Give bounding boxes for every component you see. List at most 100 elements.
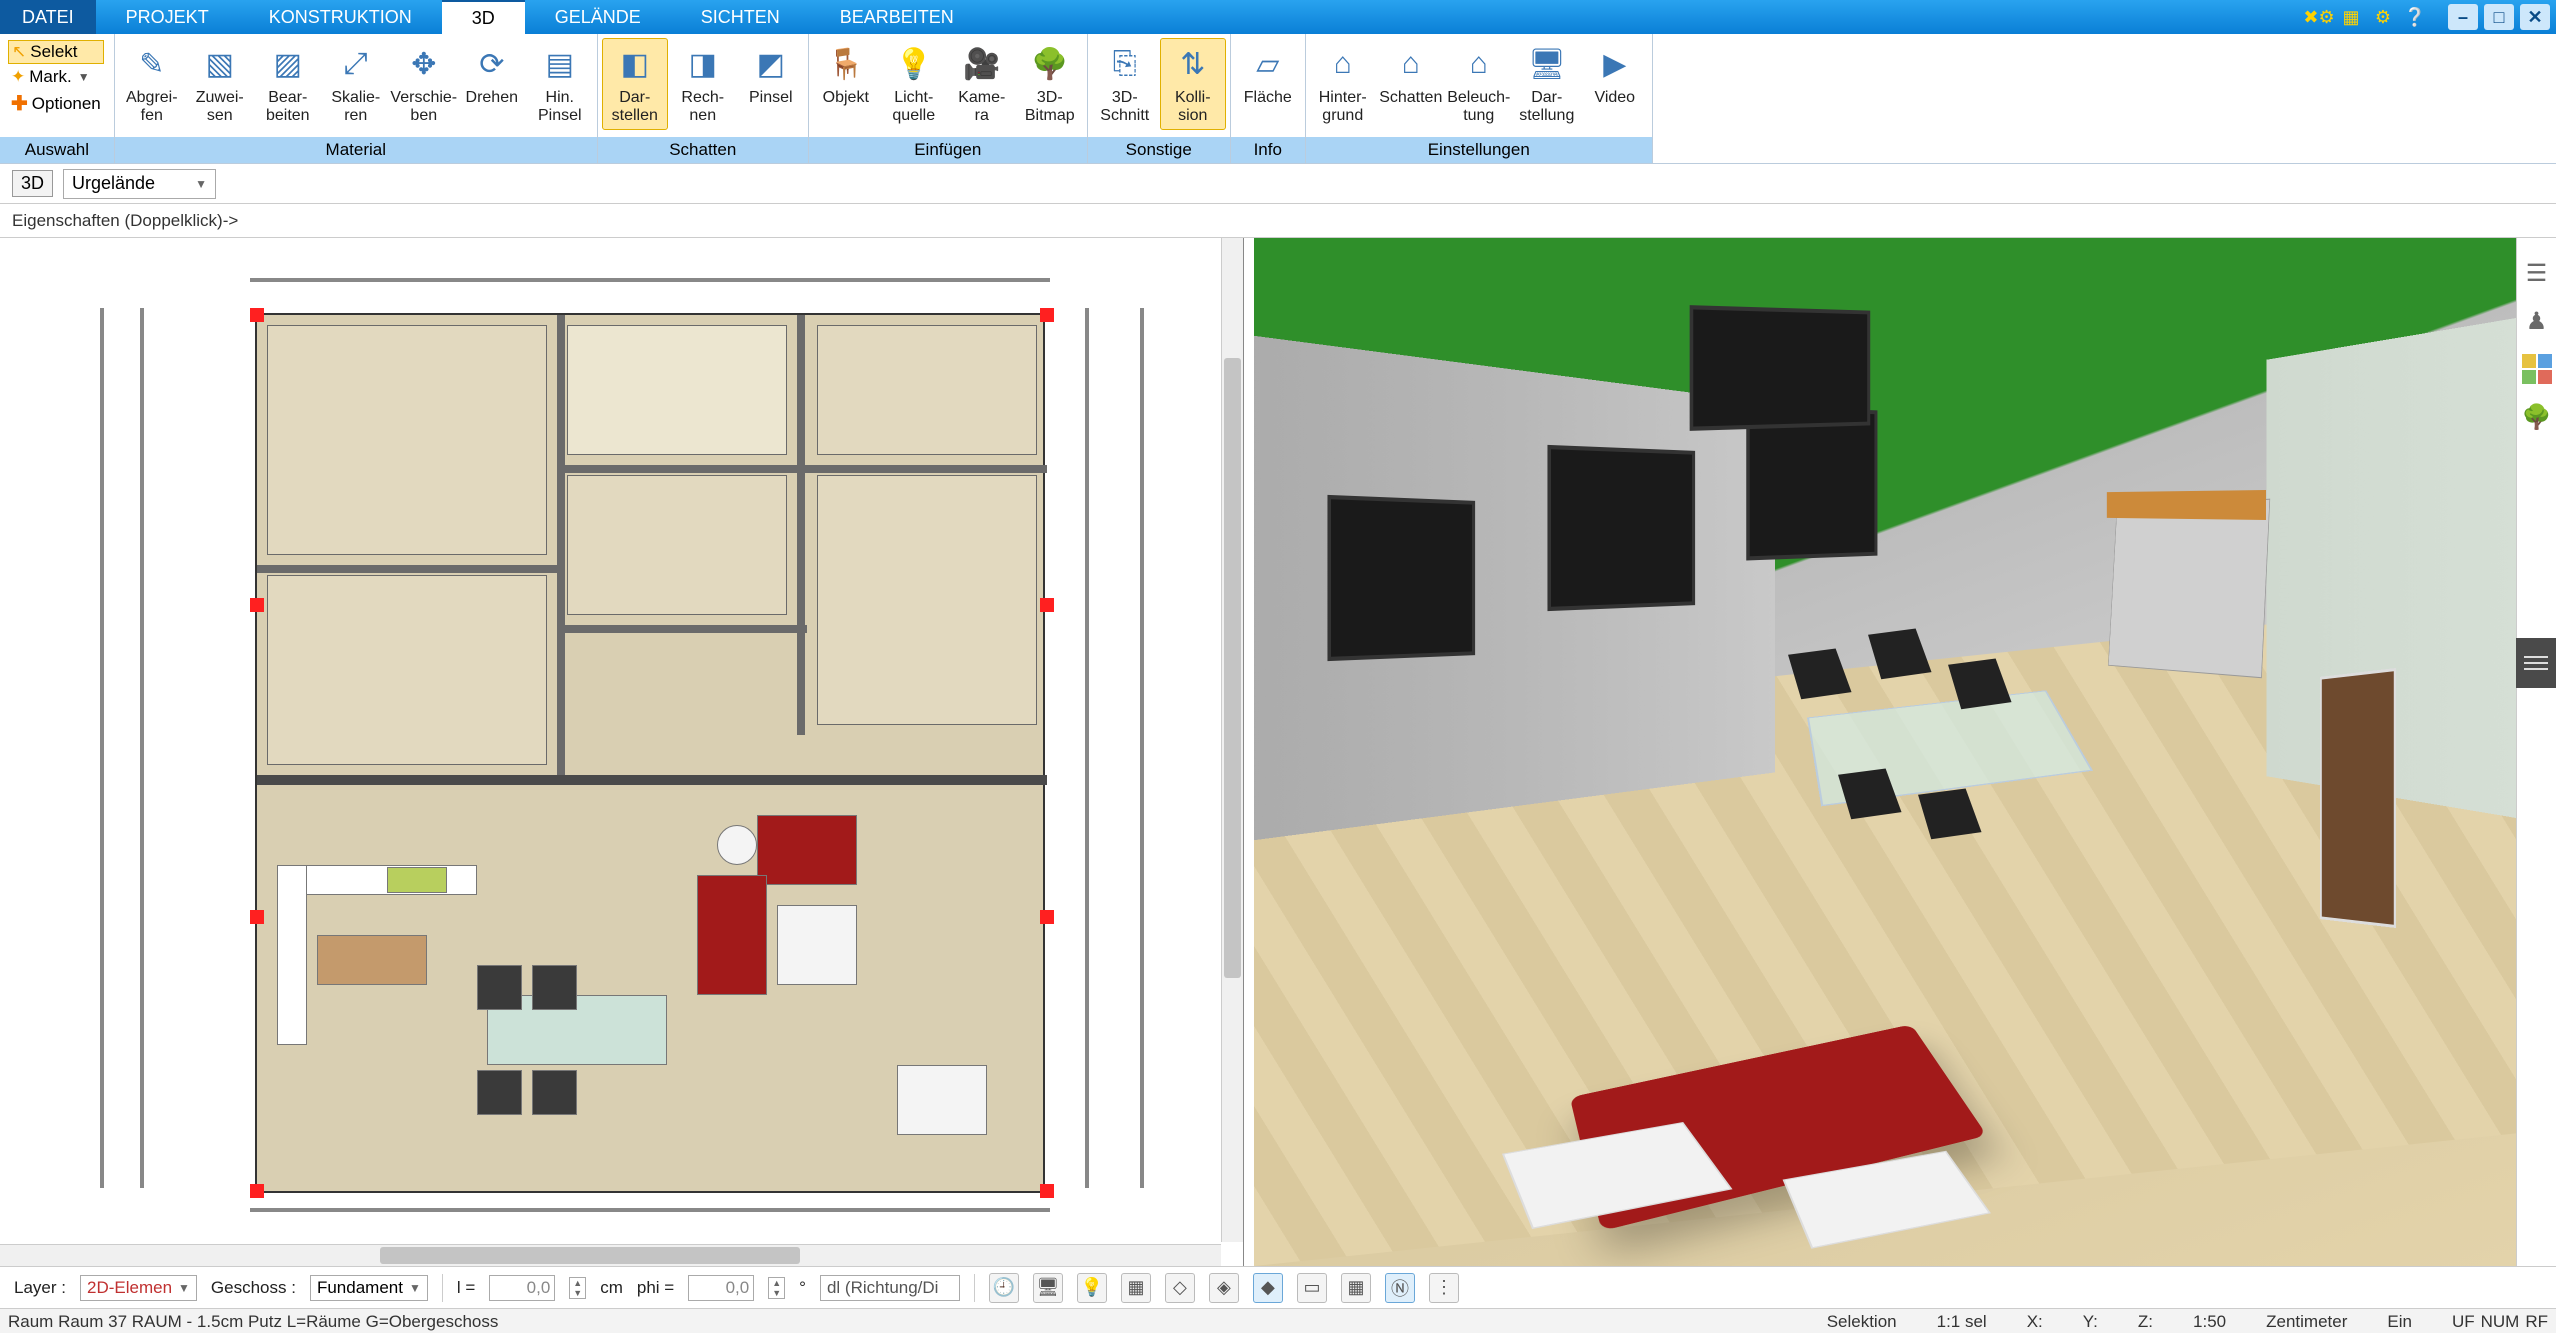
einfuegen-lichtquelle-button[interactable]: 💡Licht- quelle <box>881 38 947 130</box>
maximize-button[interactable]: □ <box>2484 4 2514 30</box>
tab-gelaende[interactable]: GELÄNDE <box>525 0 671 34</box>
color-palette-icon[interactable] <box>2522 354 2552 384</box>
title-bar-icons: ✖⚙ ▦ ⚙ ❔ – □ ✕ <box>2306 0 2550 34</box>
einfuegen-objekt-button[interactable]: 🪑Objekt <box>813 38 879 112</box>
material-verschieben-button[interactable]: ✥Verschie- ben <box>391 38 457 130</box>
tab-bearbeiten[interactable]: BEARBEITEN <box>810 0 984 34</box>
deg-label: ° <box>799 1278 806 1298</box>
layer-a-icon[interactable]: ◇ <box>1165 1273 1195 1303</box>
window-presets-icon[interactable]: ▦ <box>2338 4 2364 30</box>
sub-toolbar: 3D Urgelände▼ <box>0 164 2556 204</box>
background-icon: ⌂ <box>1322 43 1364 85</box>
status-uf: UF <box>2452 1312 2475 1332</box>
length-input[interactable]: 0,0 <box>489 1275 555 1301</box>
einst-hintergrund-button[interactable]: ⌂Hinter- grund <box>1310 38 1376 130</box>
tab-konstruktion[interactable]: KONSTRUKTION <box>239 0 442 34</box>
einst-beleuchtung-button[interactable]: ⌂Beleuch- tung <box>1446 38 1512 130</box>
phi-input[interactable]: 0,0 <box>688 1275 754 1301</box>
menu-tab-strip: DATEI PROJEKT KONSTRUKTION 3D GELÄNDE SI… <box>0 0 2556 34</box>
tab-3d[interactable]: 3D <box>442 0 525 34</box>
einst-schatten-button[interactable]: ⌂Schatten <box>1378 38 1444 112</box>
ribbon-group-schatten: ◧Dar- stellen ◨Rech- nen ◩Pinsel Schatte… <box>598 34 809 163</box>
einfuegen-kamera-button[interactable]: 🎥Kame- ra <box>949 38 1015 130</box>
help-icon[interactable]: ❔ <box>2402 4 2428 30</box>
swatch-icon[interactable]: ▦ <box>1121 1273 1151 1303</box>
camera-icon: 🎥 <box>961 43 1003 85</box>
parameter-bar: Layer : 2D-Elemen▼ Geschoss : Fundament▼… <box>0 1266 2556 1308</box>
plan-vertical-scrollbar[interactable] <box>1221 238 1243 1242</box>
bulb-small-icon[interactable]: 💡 <box>1077 1273 1107 1303</box>
length-spinner[interactable]: ▲▼ <box>569 1277 586 1299</box>
move-icon: ✥ <box>403 43 445 85</box>
play-icon: ▶ <box>1594 43 1636 85</box>
schatten-darstellen-button[interactable]: ◧Dar- stellen <box>602 38 668 130</box>
grid-icon[interactable]: ▦ <box>1341 1273 1371 1303</box>
layers-icon[interactable]: ☰ <box>2522 258 2552 288</box>
shadow-settings-icon: ⌂ <box>1390 43 1432 85</box>
north-icon[interactable]: Ⓝ <box>1385 1273 1415 1303</box>
walkthrough-icon[interactable]: ♟ <box>2522 306 2552 336</box>
plan-2d-viewport[interactable] <box>0 238 1244 1266</box>
status-num: NUM <box>2481 1312 2520 1332</box>
group-label-sonstige: Sonstige <box>1088 137 1230 163</box>
options-tool[interactable]: ✚Optionen <box>8 90 104 117</box>
material-drehen-button[interactable]: ⟳Drehen <box>459 38 525 112</box>
group-label-info: Info <box>1231 137 1305 163</box>
fade-icon[interactable]: ▭ <box>1297 1273 1327 1303</box>
status-z: Z: <box>2138 1312 2153 1332</box>
schatten-rechnen-button[interactable]: ◨Rech- nen <box>670 38 736 130</box>
material-hinpinsel-button[interactable]: ▤Hin. Pinsel <box>527 38 593 130</box>
app-settings-icon[interactable]: ⚙ <box>2370 4 2396 30</box>
section-icon: ⎘ <box>1104 43 1146 85</box>
layer-select[interactable]: 2D-Elemen▼ <box>80 1275 197 1301</box>
layer-c-icon[interactable]: ◆ <box>1253 1273 1283 1303</box>
mark-tool[interactable]: ✦Mark.▼ <box>8 66 104 88</box>
view-3d-viewport[interactable]: ☰ ♟ 🌳 <box>1244 238 2556 1266</box>
einst-video-button[interactable]: ▶Video <box>1582 38 1648 112</box>
sonstige-kollision-button[interactable]: ⇅Kolli- sion <box>1160 38 1226 130</box>
layer-b-icon[interactable]: ◈ <box>1209 1273 1239 1303</box>
scale-icon: ⤢ <box>335 43 377 85</box>
plan-horizontal-scrollbar[interactable] <box>0 1244 1221 1266</box>
material-bearbeiten-button[interactable]: ▨Bear- beiten <box>255 38 321 130</box>
tab-projekt[interactable]: PROJEKT <box>96 0 239 34</box>
panel-drag-handle[interactable] <box>2516 638 2556 688</box>
cursor-icon: ↖ <box>12 42 26 62</box>
view-tools-strip: ☰ ♟ 🌳 <box>2516 238 2556 1266</box>
material-abgreifen-button[interactable]: ✎Abgrei- fen <box>119 38 185 130</box>
properties-hint[interactable]: Eigenschaften (Doppelklick)-> <box>0 204 2556 238</box>
dl-input[interactable]: dl (Richtung/Di <box>820 1275 960 1301</box>
landscape-tree-icon[interactable]: 🌳 <box>2522 402 2552 432</box>
ribbon-group-info: ▱Fläche Info <box>1231 34 1306 163</box>
tree-icon: 🌳 <box>1029 43 1071 85</box>
terrain-layer-combo[interactable]: Urgelände▼ <box>63 169 216 199</box>
geschoss-select[interactable]: Fundament▼ <box>310 1275 428 1301</box>
material-zuweisen-button[interactable]: ▧Zuwei- sen <box>187 38 253 130</box>
status-sel-ratio: 1:1 sel <box>1937 1312 1987 1332</box>
monitor-icon[interactable]: 🖥 <box>1033 1273 1063 1303</box>
phi-spinner[interactable]: ▲▼ <box>768 1277 785 1299</box>
ribbon-group-einstellungen: ⌂Hinter- grund ⌂Schatten ⌂Beleuch- tung … <box>1306 34 1653 163</box>
close-button[interactable]: ✕ <box>2520 4 2550 30</box>
chevron-down-icon: ▼ <box>178 1281 190 1295</box>
info-flaeche-button[interactable]: ▱Fläche <box>1235 38 1301 112</box>
tab-datei[interactable]: DATEI <box>0 0 96 34</box>
view-mode-badge[interactable]: 3D <box>12 170 53 197</box>
length-label: l = <box>457 1278 475 1298</box>
assign-icon: ▧ <box>199 43 241 85</box>
more-icon[interactable]: ⋮ <box>1429 1273 1459 1303</box>
schatten-pinsel-button[interactable]: ◩Pinsel <box>738 38 804 112</box>
tools-icon[interactable]: ✖⚙ <box>2306 4 2332 30</box>
minimize-button[interactable]: – <box>2448 4 2478 30</box>
einst-darstellung-button[interactable]: 🖥Dar- stellung <box>1514 38 1580 130</box>
history-icon[interactable]: 🕘 <box>989 1273 1019 1303</box>
tab-sichten[interactable]: SICHTEN <box>671 0 810 34</box>
status-rf: RF <box>2525 1312 2548 1332</box>
select-tool[interactable]: ↖Selekt <box>8 40 104 64</box>
floor-plan[interactable] <box>255 313 1045 1193</box>
workspace: ☰ ♟ 🌳 <box>0 238 2556 1266</box>
sonstige-3dschnitt-button[interactable]: ⎘3D- Schnitt <box>1092 38 1158 130</box>
status-x: X: <box>2027 1312 2043 1332</box>
material-skalieren-button[interactable]: ⤢Skalie- ren <box>323 38 389 130</box>
einfuegen-3dbitmap-button[interactable]: 🌳3D- Bitmap <box>1017 38 1083 130</box>
